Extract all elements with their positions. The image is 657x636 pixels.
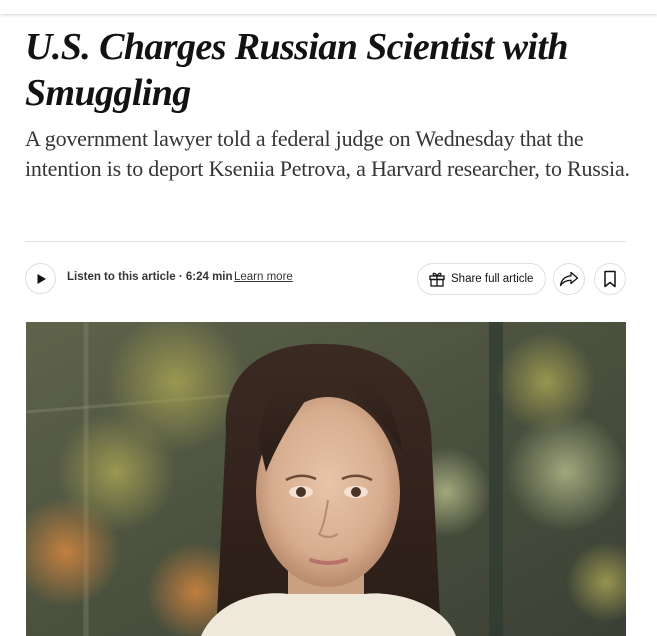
bookmark-icon [604, 270, 616, 288]
portrait-photo-image [26, 322, 626, 636]
share-full-article-button[interactable]: Share full article [417, 263, 546, 295]
listen-play-button[interactable] [25, 263, 56, 294]
learn-more-link[interactable]: Learn more [234, 271, 293, 283]
article-photo [26, 322, 626, 636]
article-summary: A government lawyer told a federal judge… [25, 126, 630, 181]
article-toolbar: Listen to this article · 6:24 min Learn … [25, 262, 626, 296]
play-icon [37, 273, 46, 284]
share-arrow-icon [559, 271, 579, 287]
save-button[interactable] [594, 263, 626, 295]
share-full-article-label: Share full article [451, 273, 534, 285]
top-nav-bar [0, 0, 657, 14]
gift-icon [429, 272, 445, 287]
listen-label: Listen to this article · 6:24 min [67, 271, 233, 283]
article-headline: U.S. Charges Russian Scientist with Smug… [25, 26, 568, 114]
divider [25, 241, 626, 242]
share-button[interactable] [553, 263, 585, 295]
